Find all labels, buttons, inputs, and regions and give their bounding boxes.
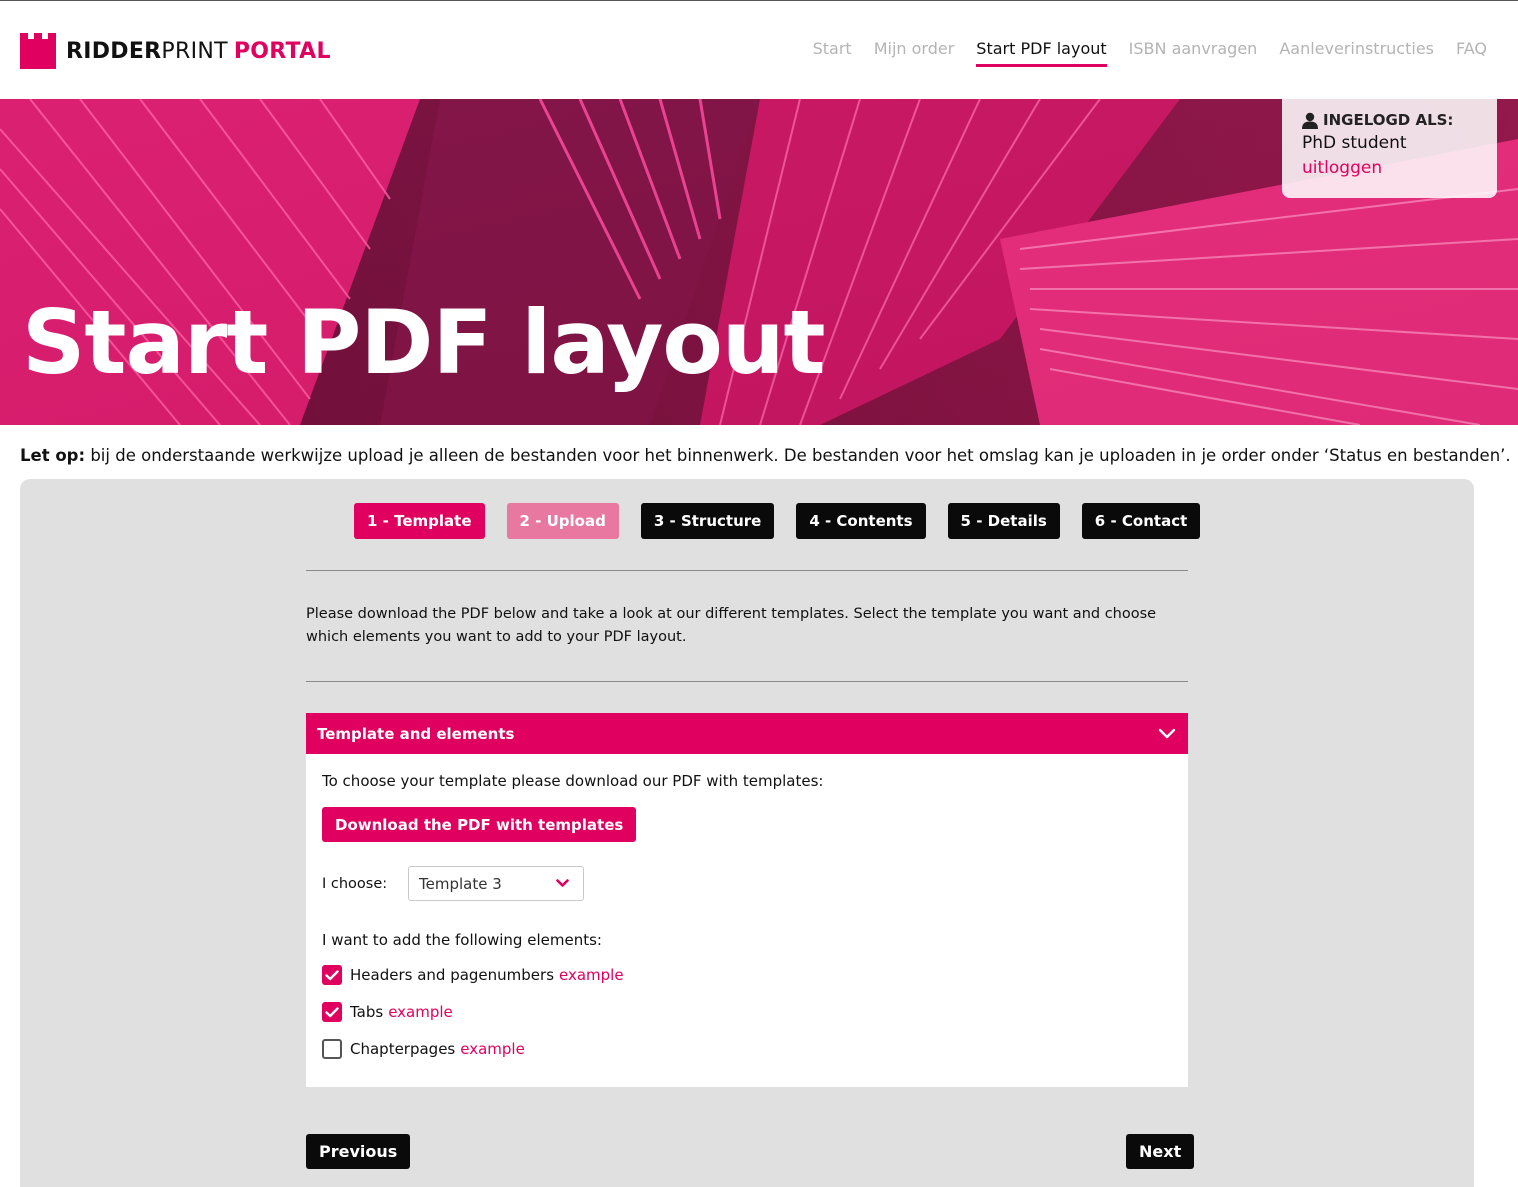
tabs-example-link[interactable]: example [388, 1003, 453, 1021]
step-template[interactable]: 1 - Template [354, 503, 485, 539]
step-contents[interactable]: 4 - Contents [796, 503, 926, 539]
template-select-value: Template 3 [419, 874, 502, 893]
nav-item-start[interactable]: Start [813, 39, 852, 67]
template-choose-row: I choose: Template 3 [322, 866, 1172, 901]
next-button[interactable]: Next [1126, 1134, 1195, 1169]
divider-top [306, 570, 1188, 571]
notice-body: bij de onderstaande werkwijze upload je … [85, 446, 1511, 465]
logo-accent: PORTAL [233, 38, 331, 64]
castle-logo-icon [20, 33, 56, 69]
step-structure[interactable]: 3 - Structure [640, 503, 775, 539]
headers-label: Headers and pagenumbers [350, 966, 555, 984]
element-option-chapterpages: Chapterpages example [322, 1038, 1172, 1060]
step-upload[interactable]: 2 - Upload [506, 503, 619, 539]
notice-bold: Let op: [20, 446, 86, 465]
step-details[interactable]: 5 - Details [947, 503, 1060, 539]
login-label: INGELOGD ALS: [1302, 111, 1477, 129]
checkmark-icon [325, 969, 339, 980]
nav-item-faq[interactable]: FAQ [1456, 39, 1487, 67]
element-option-headers: Headers and pagenumbers example [322, 964, 1172, 986]
logout-link[interactable]: uitloggen [1302, 158, 1477, 178]
chapterpages-label: Chapterpages [350, 1040, 456, 1058]
step-tabs: 1 - Template 2 - Upload 3 - Structure 4 … [354, 503, 1201, 539]
logo[interactable]: RIDDERPRINT PORTAL [20, 33, 331, 69]
previous-button[interactable]: Previous [306, 1134, 411, 1169]
login-box: INGELOGD ALS: PhD student uitloggen [1282, 99, 1497, 198]
logo-bold: RIDDER [66, 38, 162, 64]
accordion-body: To choose your template please download … [306, 754, 1188, 1078]
tabs-label: Tabs [350, 1003, 384, 1021]
logged-in-user: PhD student [1302, 133, 1407, 153]
divider-bottom [306, 681, 1188, 682]
template-select[interactable]: Template 3 [408, 866, 584, 901]
elements-title: I want to add the following elements: [322, 931, 602, 949]
download-pdf-button[interactable]: Download the PDF with templates [322, 807, 637, 842]
accordion-title: Template and elements [317, 724, 515, 743]
page-title: Start PDF layout [22, 291, 826, 394]
element-option-tabs: Tabs example [322, 1001, 1172, 1023]
wizard-panel: 1 - Template 2 - Upload 3 - Structure 4 … [20, 479, 1474, 1187]
tabs-checkbox[interactable] [322, 1002, 342, 1022]
headers-checkbox[interactable] [322, 965, 342, 985]
notice-text: Let op: bij de onderstaande werkwijze up… [20, 446, 1511, 465]
template-accordion: Template and elements To choose your tem… [306, 713, 1188, 1087]
step-contact[interactable]: 6 - Contact [1081, 503, 1201, 539]
accordion-header[interactable]: Template and elements [306, 713, 1188, 754]
download-instruction: To choose your template please download … [322, 772, 824, 790]
main-nav: Start Mijn order Start PDF layout ISBN a… [813, 39, 1487, 67]
chevron-down-icon [556, 879, 569, 887]
intro-text: Please download the PDF below and take a… [306, 606, 1157, 645]
chapterpages-example-link[interactable]: example [460, 1040, 525, 1058]
nav-item-start-pdf-layout[interactable]: Start PDF layout [976, 39, 1107, 67]
login-label-text: INGELOGD ALS: [1323, 111, 1454, 129]
chapterpages-checkbox[interactable] [322, 1039, 342, 1059]
nav-item-isbn-aanvragen[interactable]: ISBN aanvragen [1129, 39, 1258, 67]
chevron-down-icon[interactable] [1158, 728, 1176, 739]
user-icon [1302, 112, 1318, 129]
choose-label: I choose: [322, 875, 388, 892]
nav-item-mijn-order[interactable]: Mijn order [874, 39, 955, 67]
logo-regular: PRINT [161, 38, 228, 64]
headers-example-link[interactable]: example [559, 966, 624, 984]
nav-item-aanleverinstructies[interactable]: Aanleverinstructies [1279, 39, 1434, 67]
site-header: RIDDERPRINT PORTAL Start Mijn order Start… [0, 1, 1518, 99]
logo-text: RIDDERPRINT PORTAL [66, 39, 331, 64]
checkmark-icon [325, 1006, 339, 1017]
